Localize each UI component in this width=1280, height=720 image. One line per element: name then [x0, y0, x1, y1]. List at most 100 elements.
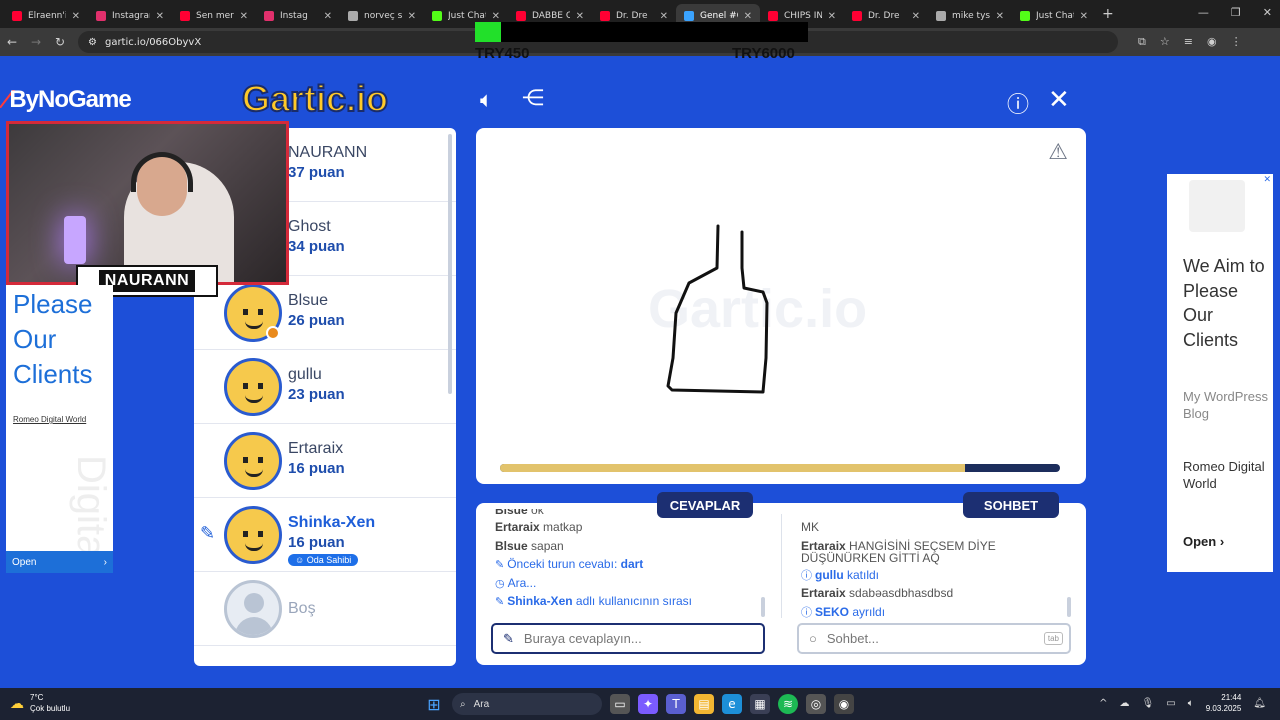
tab-favicon-icon: [516, 11, 526, 21]
file-explorer-icon[interactable]: ▤: [694, 694, 714, 714]
tab-close-icon[interactable]: ✕: [240, 11, 248, 22]
tab-close-icon[interactable]: ✕: [996, 11, 1004, 22]
chat-scrollbar[interactable]: [1067, 597, 1071, 617]
store-icon[interactable]: ▦: [750, 694, 770, 714]
sponsor-logo: ⁄ ByNoGame: [4, 84, 132, 115]
message-text: adlı kullanıcının sırası: [575, 594, 692, 608]
browser-tab[interactable]: Sen meral ✕: [172, 4, 256, 28]
message-text: MK: [801, 520, 819, 534]
system-message: ✎ Shinka-Xen adlı kullanıcının sırası: [495, 592, 765, 611]
chrome-icon[interactable]: ◎: [806, 694, 826, 714]
round-timer-fill: [500, 464, 965, 472]
weather-widget[interactable]: ☁ 7°C Çok bulutlu: [10, 692, 70, 714]
tab-label: Sen meral: [196, 11, 234, 21]
reload-icon[interactable]: ↻: [48, 35, 72, 49]
site-info-icon[interactable]: ⚙: [88, 37, 97, 48]
spotify-icon[interactable]: ≋: [778, 694, 798, 714]
gartic-logo[interactable]: Gartic.io: [241, 77, 389, 120]
answers-scrollbar[interactable]: [761, 597, 765, 617]
notification-icon[interactable]: 🔔︎: [1253, 698, 1266, 709]
tab-close-icon[interactable]: ✕: [660, 11, 668, 22]
left-ad-open-button[interactable]: Open ›: [6, 551, 113, 573]
system-message-icon: ✎: [495, 559, 505, 571]
drawing-canvas[interactable]: Gartic.io ⚠: [476, 128, 1086, 484]
right-ad-heading: We Aim to Please Our Clients: [1183, 256, 1265, 350]
sound-icon[interactable]: 🔈︎: [480, 88, 493, 113]
tab-close-icon[interactable]: ✕: [72, 11, 80, 22]
drawing-stroke: [666, 224, 769, 394]
copilot-icon[interactable]: ✦: [638, 694, 658, 714]
tab-close-icon[interactable]: ✕: [408, 11, 416, 22]
network-icon[interactable]: ▭: [1166, 698, 1175, 709]
tab-close-icon[interactable]: ✕: [1080, 11, 1088, 22]
bookmark-icon[interactable]: ☆: [1160, 35, 1170, 49]
tab-close-icon[interactable]: ✕: [156, 11, 164, 22]
player-list-scrollbar[interactable]: [448, 134, 452, 394]
edge-icon[interactable]: e: [722, 694, 742, 714]
answer-input[interactable]: ✎ Buraya cevaplayın...: [491, 623, 765, 654]
tab-close-icon[interactable]: ✕: [744, 11, 752, 22]
teams-icon[interactable]: T: [666, 694, 686, 714]
tray-overflow-icon[interactable]: ^: [1099, 698, 1107, 709]
forward-icon[interactable]: →: [24, 35, 48, 49]
player-row: Ertaraix 16 puan: [194, 424, 456, 498]
message-user: Blsue: [495, 538, 528, 553]
ad-close-icon[interactable]: ✕: [1263, 174, 1271, 185]
mic-icon[interactable]: 🎙︎: [1142, 698, 1155, 709]
left-ad[interactable]: Please Our Clients Romeo Digital World D…: [6, 285, 113, 573]
player-row: Blsue 26 puan: [194, 276, 456, 350]
chat-feed: MK Ertaraix HANGİSİNİ SEÇSEM DİYE DÜŞÜNÜR…: [801, 518, 1063, 621]
menu-icon[interactable]: ⋮: [1231, 35, 1242, 49]
avatar-eyes: [243, 309, 263, 315]
tab-favicon-icon: [768, 11, 778, 21]
browser-tab[interactable]: Dr. Dre ✕: [844, 4, 928, 28]
close-window-icon[interactable]: ✕: [1263, 6, 1272, 19]
browser-tab[interactable]: norveç sva ✕: [340, 4, 424, 28]
tab-close-icon[interactable]: ✕: [576, 11, 584, 22]
minimize-icon[interactable]: —: [1198, 6, 1209, 19]
volume-icon[interactable]: 🔈︎: [1188, 698, 1194, 709]
panel-divider: [781, 514, 782, 618]
avatar-eyes: [243, 531, 263, 537]
left-ad-link[interactable]: Romeo Digital World: [13, 415, 86, 424]
weather-icon: ☁: [10, 694, 24, 711]
new-tab-button[interactable]: +: [1102, 6, 1114, 22]
info-icon[interactable]: ⓘ: [1007, 87, 1029, 119]
message-text: Ara...: [507, 575, 537, 590]
chat-input[interactable]: ○ Sohbet... tab: [797, 623, 1071, 654]
tab-close-icon[interactable]: ✕: [912, 11, 920, 22]
restore-icon[interactable]: ❐: [1231, 6, 1241, 19]
browser-tab[interactable]: Just Chatti ✕: [1012, 4, 1096, 28]
pencil-icon: ✎: [503, 630, 514, 646]
right-ad[interactable]: ✕ We Aim to Please Our Clients My WordPr…: [1167, 174, 1273, 572]
right-ad-open-button[interactable]: Open ›: [1183, 534, 1224, 549]
system-message: ⓘ SEKO ayrıldı: [801, 603, 1063, 622]
task-view-icon[interactable]: ▭: [610, 694, 630, 714]
share-icon[interactable]: ⋲: [522, 86, 544, 111]
browser-tab[interactable]: Elraenn'in ✕: [4, 4, 88, 28]
tab-chat[interactable]: SOHBET: [963, 492, 1059, 518]
install-icon[interactable]: ⧉: [1138, 35, 1146, 49]
taskbar-search[interactable]: ⌕ Ara: [452, 693, 602, 715]
exit-icon[interactable]: ✕: [1048, 85, 1070, 115]
reading-list-icon[interactable]: ≡: [1184, 35, 1193, 49]
tab-label: mike tyso: [952, 11, 990, 21]
browser-tab[interactable]: mike tyso ✕: [928, 4, 1012, 28]
tab-favicon-icon: [12, 11, 22, 21]
obs-icon[interactable]: ◉: [834, 694, 854, 714]
webcam-feed: [6, 121, 289, 285]
profile-icon[interactable]: ◉: [1207, 35, 1217, 49]
message-answer: dart: [617, 557, 644, 571]
clock[interactable]: 21:44 9.03.2025: [1206, 692, 1242, 714]
tab-close-icon[interactable]: ✕: [324, 11, 332, 22]
tab-close-icon[interactable]: ✕: [828, 11, 836, 22]
tab-close-icon[interactable]: ✕: [492, 11, 500, 22]
start-icon[interactable]: ⊞: [424, 694, 444, 714]
browser-tab[interactable]: Instagram ✕: [88, 4, 172, 28]
answers-feed: Blsue ok Ertaraix matkap Blsue sapan ✎ Öncek…: [495, 509, 765, 611]
back-icon[interactable]: ←: [0, 35, 24, 49]
browser-tab[interactable]: Instag ✕: [256, 4, 340, 28]
avatar-mouth: [245, 395, 263, 403]
cloud-icon[interactable]: ☁: [1120, 698, 1130, 709]
message-text: matkap: [543, 520, 583, 534]
